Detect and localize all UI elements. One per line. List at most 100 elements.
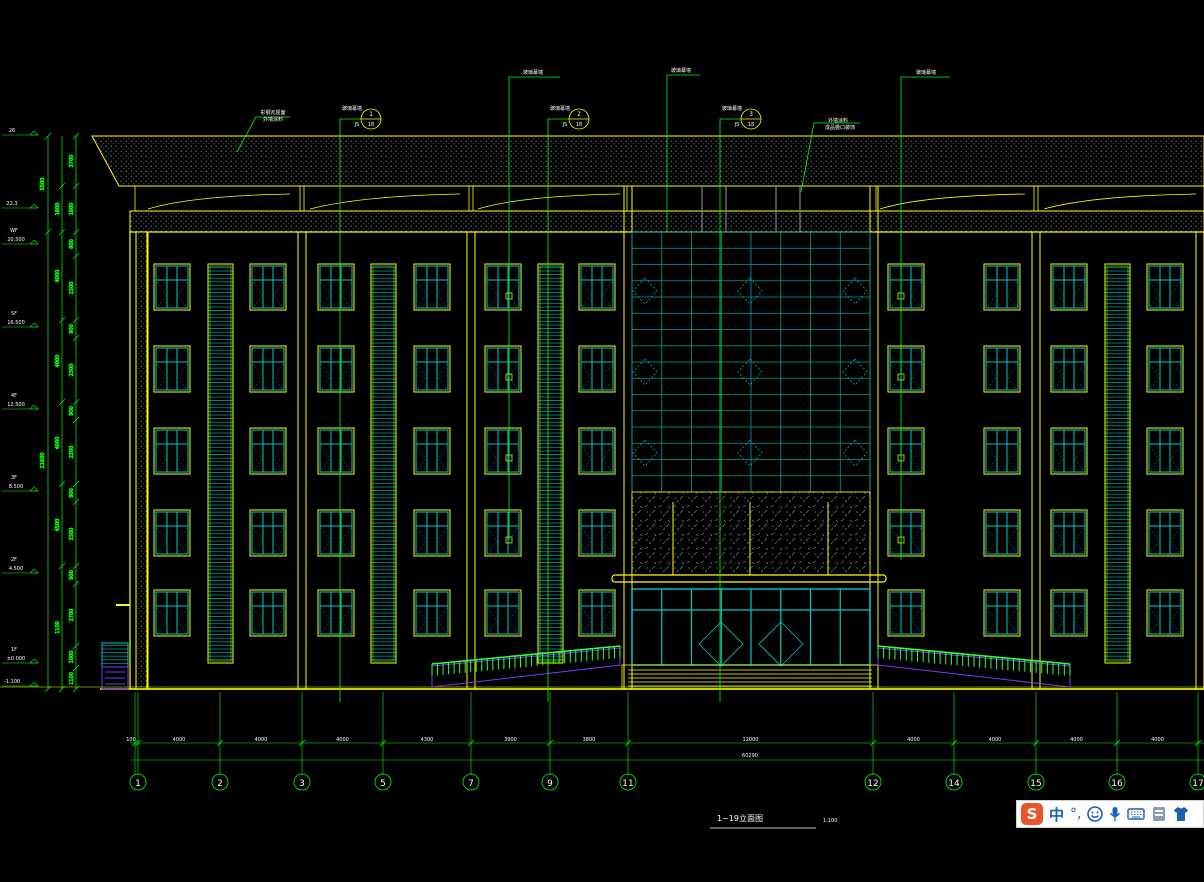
level-f3: 3F 8.500 xyxy=(2,475,39,492)
window xyxy=(413,427,451,475)
axis-bubble: 11 xyxy=(619,773,637,791)
dim-text: 4000 xyxy=(173,737,186,743)
window xyxy=(887,427,925,475)
detail-label: 玻璃幕墙 xyxy=(722,105,742,112)
window xyxy=(249,509,287,557)
dim-text: 1000 xyxy=(69,651,75,664)
user-icon[interactable] xyxy=(1151,806,1167,822)
dim-text: 5500 xyxy=(40,178,46,191)
dim-text: 1100 xyxy=(69,672,75,685)
window xyxy=(1050,427,1088,475)
elevation-drawing[interactable]: 5500216001800400040004000450011003700180… xyxy=(0,0,1204,878)
drawing-scale: 1:100 xyxy=(823,818,837,824)
level-elevation: 4.500 xyxy=(9,566,23,572)
emoji-icon[interactable] xyxy=(1087,806,1104,822)
dim-text: 900 xyxy=(69,570,75,580)
louver-strips xyxy=(207,263,1131,664)
window xyxy=(317,509,355,557)
dim-text: 4000 xyxy=(55,437,61,450)
window xyxy=(413,589,451,637)
level-f2: 2F 4.500 xyxy=(2,557,39,574)
window xyxy=(578,263,616,311)
detail-page: 18 xyxy=(576,122,582,128)
window xyxy=(153,263,191,311)
cw-diamond xyxy=(737,439,763,467)
ime-mode-toggle[interactable]: 中 xyxy=(1049,804,1064,825)
window xyxy=(887,345,925,393)
dim-text: 2300 xyxy=(69,364,75,377)
window xyxy=(983,263,1021,311)
grid-axes: 1 2 3 5 7 9 11 12 14 15 16 17 xyxy=(129,773,1204,791)
ime-logo-icon[interactable]: S xyxy=(1021,803,1043,825)
dim-text: 4000 xyxy=(907,737,920,743)
level-markers: 26 22.3 WF 20.500 5F 16.500 4F 12.500 3F 8.500 2F 4… xyxy=(2,128,39,687)
window xyxy=(887,263,925,311)
cad-canvas[interactable]: 5500 21600 1800 4000 4000 4000 4500 1100 3700 180… xyxy=(0,0,1204,878)
microphone-icon[interactable] xyxy=(1109,806,1121,822)
axis-bubble: 9 xyxy=(541,773,559,791)
window xyxy=(983,345,1021,393)
dim-text: 4000 xyxy=(1070,737,1083,743)
window xyxy=(983,509,1021,557)
dim-text: 21600 xyxy=(40,453,46,469)
level-name: 1F xyxy=(11,647,17,653)
window xyxy=(249,345,287,393)
dim-text: 3800 xyxy=(583,737,596,743)
axis-label: 3 xyxy=(299,779,305,789)
cw-diamond xyxy=(632,277,658,305)
dim-text: 1800 xyxy=(55,203,61,216)
axis-label: 9 xyxy=(547,779,553,789)
level-roof: 26 xyxy=(2,128,39,136)
vertical-dimensions: 5500 21600 1800 4000 4000 4000 4500 1100 3700 180… xyxy=(40,132,80,693)
level-name: 5F xyxy=(11,311,17,317)
cw-diamond xyxy=(632,439,658,467)
callout-text: 玻璃幕墙 xyxy=(671,67,691,74)
window xyxy=(317,345,355,393)
detail-number: 1 xyxy=(369,111,373,118)
detail-number: 3 xyxy=(749,111,753,118)
cw-diamond xyxy=(842,277,868,305)
level-name: WF xyxy=(10,228,18,234)
dim-text: 2300 xyxy=(69,282,75,295)
skin-shirt-icon[interactable] xyxy=(1173,806,1189,822)
dim-text: 3700 xyxy=(69,155,75,168)
horizontal-dimensions: 100 4000 4000 4000 4300 3900 3800 12000 4000 4000… xyxy=(126,692,1204,775)
ime-toolbar[interactable]: S 中 °, xyxy=(1016,800,1204,828)
louver-strip xyxy=(1104,263,1131,664)
piers xyxy=(135,185,1204,690)
level-elevation: 20.500 xyxy=(7,237,25,243)
level-name: 4F xyxy=(11,393,17,399)
dim-text: 4300 xyxy=(421,737,434,743)
entrance-steps xyxy=(621,664,879,690)
axis-label: 16 xyxy=(1111,779,1123,789)
axis-label: 11 xyxy=(622,779,633,789)
axis-label: 5 xyxy=(380,779,386,789)
ime-punct-toggle[interactable]: °, xyxy=(1070,806,1081,822)
level-elevation: 8.500 xyxy=(9,484,23,490)
window xyxy=(484,427,522,475)
drawing-title-block: 1~19立面图 1:100 xyxy=(710,813,837,829)
window xyxy=(484,345,522,393)
dim-text: 2700 xyxy=(69,609,75,622)
axis-bubble: 12 xyxy=(864,773,882,791)
dim-text: 900 xyxy=(69,488,75,498)
roof xyxy=(91,135,1204,187)
keyboard-icon[interactable] xyxy=(1127,807,1146,821)
window xyxy=(153,509,191,557)
dim-text: 900 xyxy=(69,406,75,416)
dim-text: 4000 xyxy=(989,737,1002,743)
axis-label: 12 xyxy=(867,779,878,789)
callout-text: 彩钢瓦屋面 xyxy=(260,109,285,116)
cw-diamond xyxy=(737,277,763,305)
detail-page: 18 xyxy=(748,122,754,128)
dim-text: 2300 xyxy=(69,528,75,541)
louver-strip xyxy=(370,263,397,664)
callout-text: 成品檐口装饰 xyxy=(825,124,855,131)
window xyxy=(413,263,451,311)
window xyxy=(1146,589,1184,637)
detail-page: 18 xyxy=(368,122,374,128)
window xyxy=(484,509,522,557)
stone-panel xyxy=(631,491,871,576)
window xyxy=(887,509,925,557)
detail-label: 玻璃幕墙 xyxy=(342,105,362,112)
